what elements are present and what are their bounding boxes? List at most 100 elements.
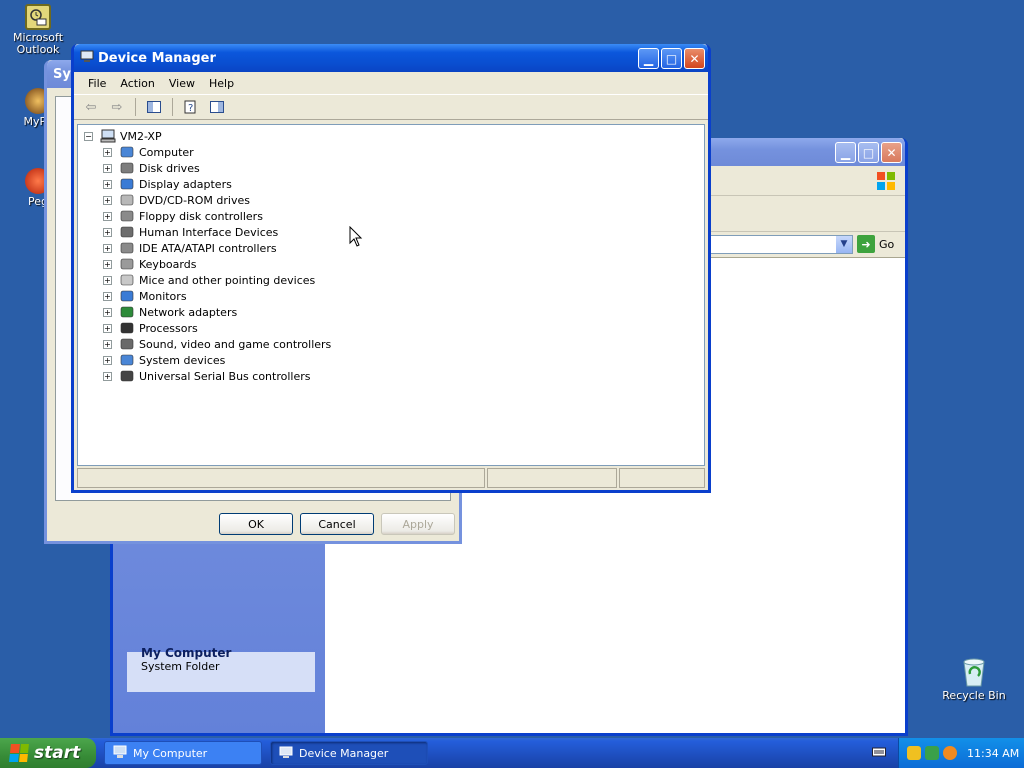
hid-icon xyxy=(119,225,135,239)
go-label: Go xyxy=(879,237,895,251)
device-category[interactable]: + Display adapters xyxy=(84,176,704,192)
mouse-icon xyxy=(119,273,135,287)
expand-icon[interactable]: + xyxy=(103,163,112,173)
taskbar-button-device-manager[interactable]: Device Manager xyxy=(270,741,428,765)
processor-icon xyxy=(119,321,135,335)
device-category[interactable]: + Processors xyxy=(84,320,704,336)
device-category-label: IDE ATA/ATAPI controllers xyxy=(139,241,277,255)
device-category-label: Mice and other pointing devices xyxy=(139,273,316,287)
device-category[interactable]: + Universal Serial Bus controllers xyxy=(84,368,704,384)
device-manager-icon xyxy=(279,745,293,762)
windows-logo-icon xyxy=(875,170,897,192)
tree-root-label: VM2-XP xyxy=(120,129,162,143)
expand-icon[interactable]: + xyxy=(103,179,112,189)
device-category-label: Disk drives xyxy=(139,161,200,175)
device-category[interactable]: + Computer xyxy=(84,144,704,160)
collapse-icon[interactable]: − xyxy=(84,131,93,141)
maximize-button[interactable]: □ xyxy=(661,48,682,69)
ok-button[interactable]: OK xyxy=(219,513,293,535)
device-category-label: Keyboards xyxy=(139,257,197,271)
disk-drive-icon xyxy=(119,161,135,175)
back-arrow-icon[interactable]: ⇦ xyxy=(80,96,102,118)
device-category[interactable]: + Sound, video and game controllers xyxy=(84,336,704,352)
network-icon[interactable] xyxy=(925,746,939,760)
status-bar xyxy=(77,468,705,488)
device-category[interactable]: + System devices xyxy=(84,352,704,368)
desktop-icon-label: Recycle Bin xyxy=(942,689,1006,702)
floppy-controller-icon xyxy=(119,209,135,223)
expand-icon[interactable]: + xyxy=(103,323,112,333)
security-shield-icon[interactable] xyxy=(907,746,921,760)
expand-icon[interactable]: + xyxy=(103,291,112,301)
device-category[interactable]: + Disk drives xyxy=(84,160,704,176)
device-manager-titlebar[interactable]: Device Manager ▁ □ ✕ xyxy=(74,44,708,72)
menu-help[interactable]: Help xyxy=(203,75,242,92)
properties-icon[interactable]: ? xyxy=(180,96,202,118)
monitor-icon xyxy=(119,177,135,191)
toolbar-separator xyxy=(135,98,136,116)
device-category[interactable]: + Mice and other pointing devices xyxy=(84,272,704,288)
menu-file[interactable]: File xyxy=(82,75,114,92)
device-category[interactable]: + Network adapters xyxy=(84,304,704,320)
details-panel: My Computer System Folder xyxy=(127,646,315,692)
svg-text:?: ? xyxy=(188,103,193,114)
taskbar-button-my-computer[interactable]: My Computer xyxy=(104,741,262,765)
help-pane-icon[interactable] xyxy=(206,96,228,118)
status-cell xyxy=(487,468,617,488)
expand-icon[interactable]: + xyxy=(103,339,112,349)
forward-arrow-icon[interactable]: ⇨ xyxy=(106,96,128,118)
expand-icon[interactable]: + xyxy=(103,355,112,365)
expand-icon[interactable]: + xyxy=(103,227,112,237)
device-category[interactable]: + Monitors xyxy=(84,288,704,304)
expand-icon[interactable]: + xyxy=(103,211,112,221)
expand-icon[interactable]: + xyxy=(103,307,112,317)
device-category[interactable]: + IDE ATA/ATAPI controllers xyxy=(84,240,704,256)
cancel-button[interactable]: Cancel xyxy=(300,513,374,535)
clock: 11:34 AM xyxy=(967,746,1020,760)
expand-icon[interactable]: + xyxy=(103,147,112,157)
expand-icon[interactable]: + xyxy=(103,259,112,269)
expand-icon[interactable]: + xyxy=(103,371,112,381)
search-icon[interactable] xyxy=(943,746,957,760)
go-button[interactable]: ➜ Go xyxy=(857,235,894,253)
desktop-icon-recycle-bin[interactable]: Recycle Bin xyxy=(936,656,1012,702)
taskbar-button-label: My Computer xyxy=(133,746,208,760)
apply-button[interactable]: Apply xyxy=(381,513,455,535)
device-category-label: System devices xyxy=(139,353,226,367)
device-category-label: Floppy disk controllers xyxy=(139,209,263,223)
chevron-down-icon[interactable]: ▼ xyxy=(836,236,852,253)
taskbar: start My Computer Device Manager 11:34 A… xyxy=(0,738,1024,768)
mouse-cursor-icon xyxy=(349,225,363,251)
show-hide-tree-icon[interactable] xyxy=(143,96,165,118)
tree-root[interactable]: − VM2-XP xyxy=(84,128,704,144)
close-button[interactable]: ✕ xyxy=(881,142,902,163)
device-category-label: DVD/CD-ROM drives xyxy=(139,193,250,207)
menu-view[interactable]: View xyxy=(163,75,203,92)
usb-icon xyxy=(119,369,135,383)
device-category[interactable]: + Floppy disk controllers xyxy=(84,208,704,224)
window-title: Device Manager xyxy=(98,50,216,66)
device-category[interactable]: + Human Interface Devices xyxy=(84,224,704,240)
keyboard-icon[interactable] xyxy=(872,746,886,758)
device-category-label: Sound, video and game controllers xyxy=(139,337,332,351)
device-category-label: Processors xyxy=(139,321,198,335)
system-tray: 11:34 AM xyxy=(898,738,1024,768)
expand-icon[interactable]: + xyxy=(103,275,112,285)
desktop-icon-outlook[interactable]: Microsoft Outlook xyxy=(0,4,76,56)
outlook-icon xyxy=(25,4,51,30)
device-manager-window[interactable]: Device Manager ▁ □ ✕ File Action View He… xyxy=(71,44,711,493)
minimize-button[interactable]: ▁ xyxy=(835,142,856,163)
menu-action[interactable]: Action xyxy=(114,75,162,92)
expand-icon[interactable]: + xyxy=(103,243,112,253)
network-adapter-icon xyxy=(119,305,135,319)
start-button[interactable]: start xyxy=(0,738,96,768)
maximize-button[interactable]: □ xyxy=(858,142,879,163)
cdrom-icon xyxy=(119,193,135,207)
minimize-button[interactable]: ▁ xyxy=(638,48,659,69)
toolbar: ⇦ ⇨ ? xyxy=(74,94,708,120)
close-button[interactable]: ✕ xyxy=(684,48,705,69)
device-category[interactable]: + Keyboards xyxy=(84,256,704,272)
expand-icon[interactable]: + xyxy=(103,195,112,205)
device-category[interactable]: + DVD/CD-ROM drives xyxy=(84,192,704,208)
device-tree[interactable]: − VM2-XP + Computer + Disk drives + Display a… xyxy=(77,124,705,466)
